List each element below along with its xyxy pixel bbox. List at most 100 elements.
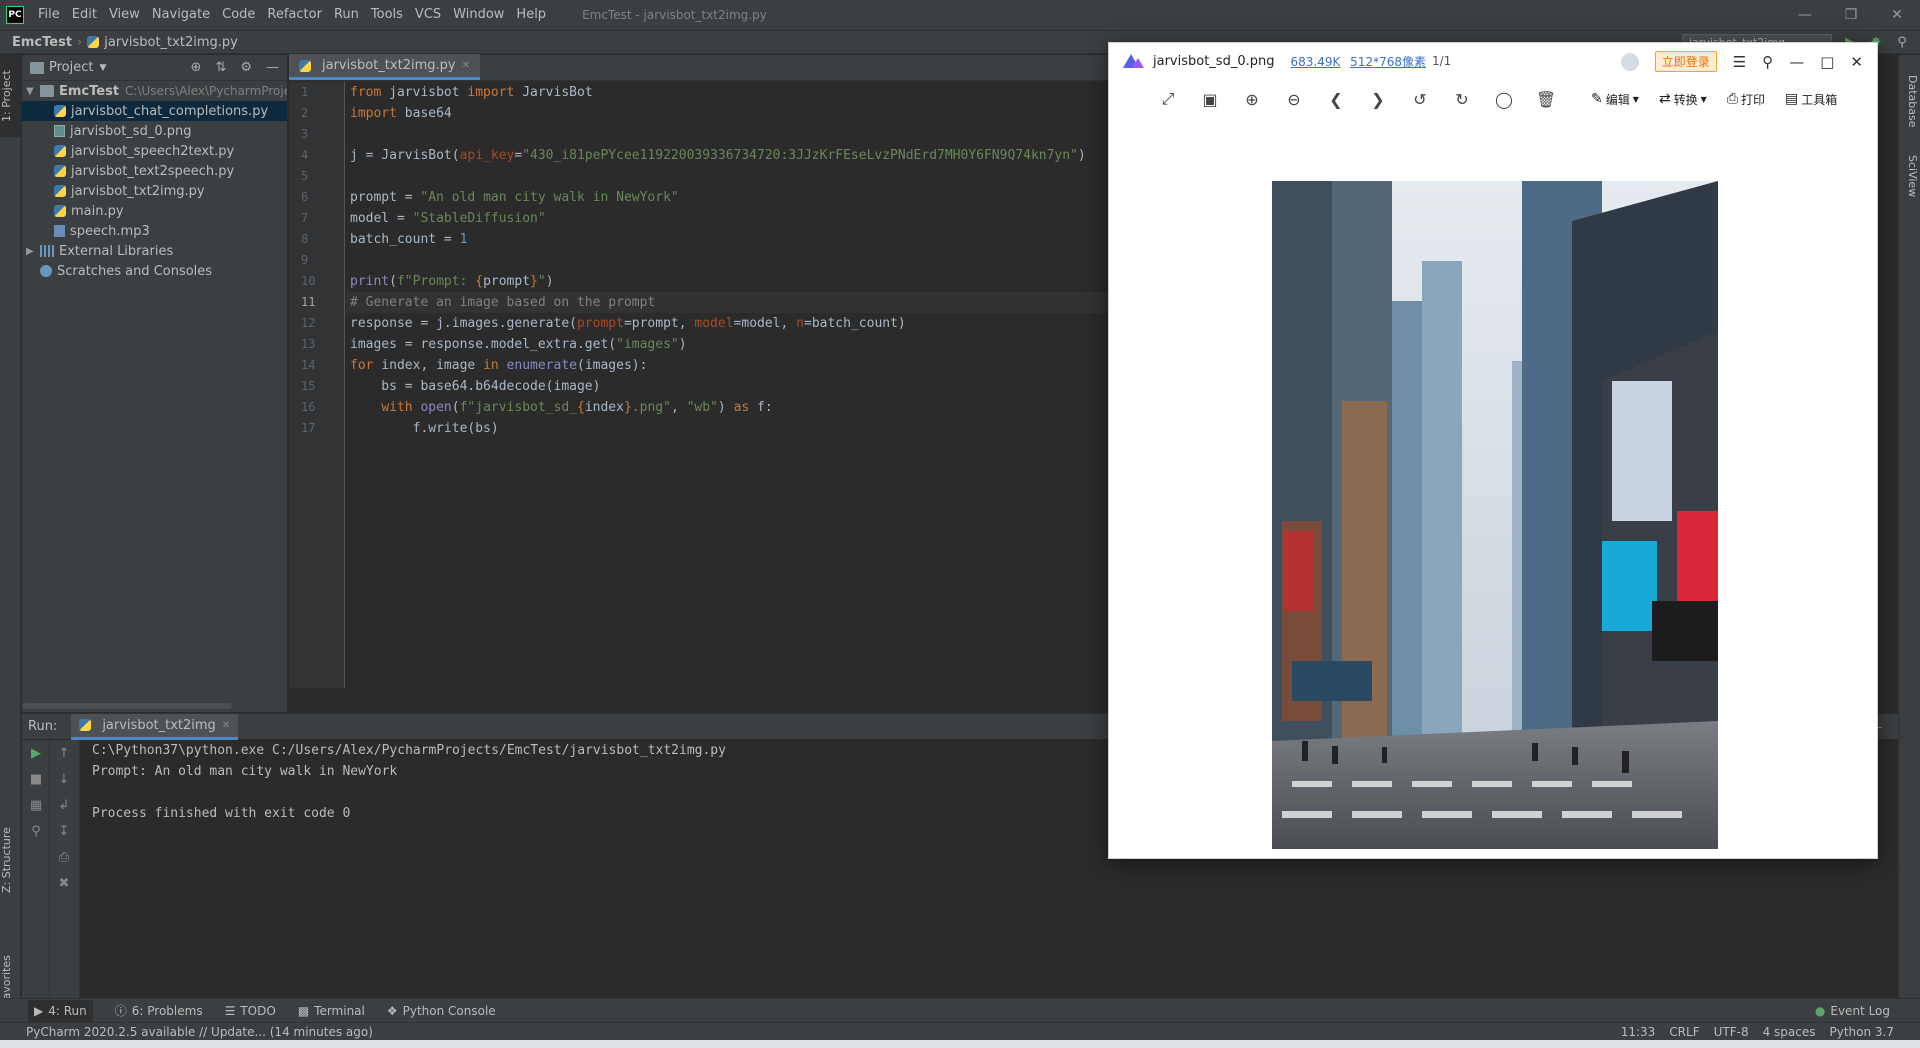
tool-tab-sciview[interactable]: SciView [1901,155,1919,197]
fit-to-window-icon[interactable]: ▣ [1199,90,1221,109]
menu-run[interactable]: Run [328,0,365,30]
code-line[interactable]: for index, image in enumerate(images): [346,355,1110,376]
tree-item-jarvisbot-txt2img[interactable]: jarvisbot_txt2img.py [22,181,287,201]
tree-item-jarvisbot-sd-0[interactable]: jarvisbot_sd_0.png [22,121,287,141]
convert-button[interactable]: ⇄ 转换 ▼ [1659,91,1707,108]
run-tab[interactable]: jarvisbot_txt2img ✕ [71,713,239,740]
previous-image-icon[interactable]: ❮ [1325,90,1347,109]
next-image-icon[interactable]: ❯ [1367,90,1389,109]
code-line[interactable]: print(f"Prompt: {prompt}") [346,271,1110,292]
arrow-up-icon[interactable]: ↑ [50,740,78,766]
print-button[interactable]: ⎙ 打印 [1727,91,1765,108]
code-line[interactable]: from jarvisbot import JarvisBot [346,82,1110,103]
python-interpreter[interactable]: Python 3.7 [1830,1025,1895,1039]
code-line[interactable]: model = "StableDiffusion" [346,208,1110,229]
tool-tab-database[interactable]: Database [1901,75,1919,128]
tree-item-speech-mp3[interactable]: speech.mp3 [22,221,287,241]
close-icon[interactable]: ✕ [1874,0,1920,30]
tree-external-libraries[interactable]: ▶ External Libraries [22,241,287,261]
code-line[interactable]: j = JarvisBot(api_key="430_i81pePYcee119… [346,145,1110,166]
code-line[interactable]: response = j.images.generate(prompt=prom… [346,313,1110,334]
close-icon[interactable]: ✕ [1850,53,1863,71]
code-line[interactable]: bs = base64.b64decode(image) [346,376,1110,397]
viewer-canvas[interactable] [1109,121,1877,858]
avatar[interactable] [1620,52,1639,71]
scroll-to-end-icon[interactable]: ↧ [50,818,78,844]
close-tab-icon[interactable]: ✕ [222,720,230,731]
tool-window-problems[interactable]: ⓘ 6: Problems [115,1002,203,1019]
code-line[interactable] [346,124,1110,145]
fullscreen-icon[interactable]: ⤢ [1157,89,1179,109]
stop-icon[interactable]: ■ [22,766,50,792]
code-line[interactable]: import base64 [346,103,1110,124]
minimize-icon[interactable]: — [1782,0,1828,30]
project-view-selector[interactable]: Project [49,60,93,75]
locate-file-icon[interactable]: ⊕ [191,60,202,75]
code-line[interactable]: prompt = "An old man city walk in NewYor… [346,187,1110,208]
tree-scratches[interactable]: Scratches and Consoles [22,261,287,281]
edit-button[interactable]: ✎ 编辑 ▼ [1591,91,1639,108]
code-line[interactable]: f.write(bs) [346,418,1110,439]
tree-item-jarvisbot-chat-completions[interactable]: jarvisbot_chat_completions.py [22,101,287,121]
rotate-right-icon[interactable]: ↻ [1451,90,1473,109]
zoom-in-icon[interactable]: ⊕ [1241,90,1263,109]
menu-tools[interactable]: Tools [365,0,409,30]
gear-icon[interactable]: ⚙ [240,60,252,75]
hide-panel-icon[interactable]: — [266,60,279,75]
toolbox-button[interactable]: ▤ 工具箱 [1785,91,1837,108]
tree-item-jarvisbot-speech2text[interactable]: jarvisbot_speech2text.py [22,141,287,161]
menu-code[interactable]: Code [216,0,261,30]
menu-view[interactable]: View [103,0,146,30]
code-line[interactable]: batch_count = 1 [346,229,1110,250]
code-line[interactable] [346,250,1110,271]
menu-help[interactable]: Help [510,0,552,30]
menu-icon[interactable]: ☰ [1733,53,1746,71]
restore-icon[interactable]: ❐ [1828,0,1874,30]
menu-window[interactable]: Window [447,0,510,30]
indent-setting[interactable]: 4 spaces [1763,1025,1816,1039]
rotate-left-icon[interactable]: ↺ [1409,90,1431,109]
menu-vcs[interactable]: VCS [409,0,447,30]
rerun-icon[interactable]: ▶ [22,740,50,766]
layout-icon[interactable]: ▦ [22,792,50,818]
login-button[interactable]: 立即登录 [1654,51,1717,72]
tree-root-emctest[interactable]: ▼ EmcTest C:\Users\Alex\PycharmProjects\… [22,81,287,101]
event-log-button[interactable]: ● Event Log [1815,1004,1890,1018]
print-icon[interactable]: ⎙ [50,844,78,870]
tree-item-main[interactable]: main.py [22,201,287,221]
code-editor[interactable]: from jarvisbot import JarvisBot import b… [346,82,1110,688]
menu-file[interactable]: File [32,0,66,30]
code-line[interactable] [346,166,1110,187]
tool-window-todo[interactable]: ☰ TODO [225,1004,276,1018]
viewer-filesize[interactable]: 683.49K [1290,55,1340,69]
line-separator[interactable]: CRLF [1669,1025,1699,1039]
tool-tab-project[interactable]: 1: Project [0,55,21,137]
close-tab-icon[interactable]: ✕ [462,60,470,71]
trash-icon[interactable]: ✖ [50,870,78,896]
maximize-icon[interactable]: □ [1820,53,1834,71]
breadcrumb-file[interactable]: jarvisbot_txt2img.py [104,35,238,50]
zoom-out-icon[interactable]: ⊖ [1283,90,1305,109]
code-line-current[interactable]: # Generate an image based on the prompt [346,292,1110,313]
arrow-down-icon[interactable]: ↓ [50,766,78,792]
soft-wrap-icon[interactable]: ↲ [50,792,78,818]
menu-refactor[interactable]: Refactor [261,0,328,30]
minimize-icon[interactable]: — [1789,53,1804,71]
tab-jarvisbot-txt2img[interactable]: jarvisbot_txt2img.py ✕ [289,54,480,80]
horizontal-scrollbar[interactable] [22,703,232,709]
code-line[interactable]: with open(f"jarvisbot_sd_{index}.png", "… [346,397,1110,418]
tool-window-terminal[interactable]: ▩ Terminal [298,1004,365,1018]
file-encoding[interactable]: UTF-8 [1714,1025,1749,1039]
tool-window-run[interactable]: ▶ 4: Run [28,999,93,1022]
collapse-all-icon[interactable]: ⇅ [215,60,226,75]
viewer-dimensions[interactable]: 512*768像素 [1350,55,1426,69]
status-message[interactable]: PyCharm 2020.2.5 available // Update... … [26,1025,373,1039]
breadcrumb-project[interactable]: EmcTest [12,35,72,50]
pin-icon[interactable]: ⚲ [22,818,50,844]
caret-position[interactable]: 11:33 [1621,1025,1656,1039]
menu-edit[interactable]: Edit [66,0,103,30]
tool-window-python-console[interactable]: ❖ Python Console [387,1004,496,1018]
chevron-down-icon[interactable]: ▼ [26,86,38,97]
tree-item-jarvisbot-text2speech[interactable]: jarvisbot_text2speech.py [22,161,287,181]
delete-icon[interactable]: 🗑 [1535,90,1557,109]
